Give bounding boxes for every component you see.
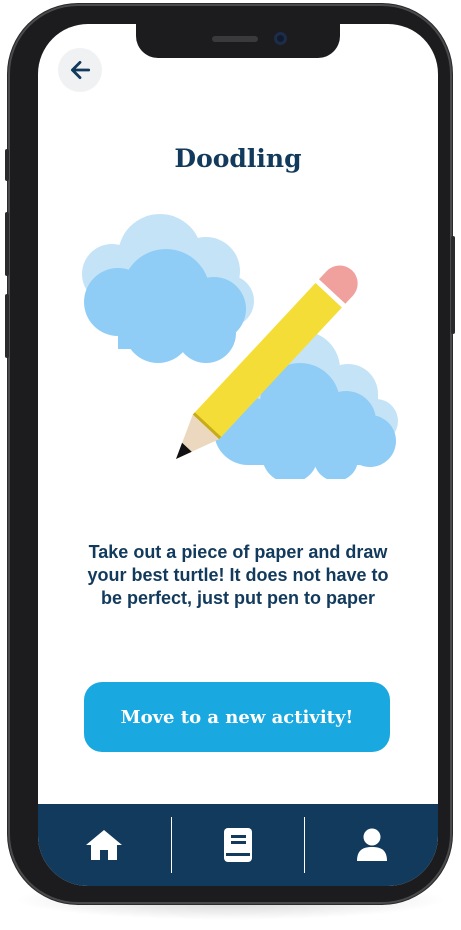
tab-journal[interactable] bbox=[172, 804, 305, 886]
home-icon bbox=[86, 830, 123, 860]
page-title: Doodling bbox=[174, 144, 302, 173]
bottom-tab-bar bbox=[38, 804, 438, 886]
power-button bbox=[451, 236, 455, 334]
new-activity-button[interactable]: Move to a new activity! bbox=[84, 682, 390, 752]
volume-down-button bbox=[5, 294, 9, 358]
app-screen: Doodling Take out a piece of paper and d… bbox=[38, 24, 438, 886]
book-icon bbox=[224, 828, 252, 862]
front-camera bbox=[274, 32, 287, 45]
cloud-upper-left bbox=[82, 214, 254, 363]
arrow-left-icon bbox=[71, 61, 91, 79]
phone-frame: Doodling Take out a piece of paper and d… bbox=[5, 4, 455, 904]
speaker bbox=[212, 36, 258, 42]
tab-home[interactable] bbox=[38, 804, 171, 886]
user-icon bbox=[356, 828, 387, 861]
activity-description: Take out a piece of paper and draw your … bbox=[87, 542, 389, 608]
volume-up-button bbox=[5, 212, 9, 276]
back-button[interactable] bbox=[58, 48, 102, 92]
tab-profile[interactable] bbox=[305, 804, 438, 886]
notch bbox=[136, 24, 340, 58]
silent-switch bbox=[5, 149, 9, 181]
pencil-with-clouds-illustration bbox=[82, 214, 398, 479]
